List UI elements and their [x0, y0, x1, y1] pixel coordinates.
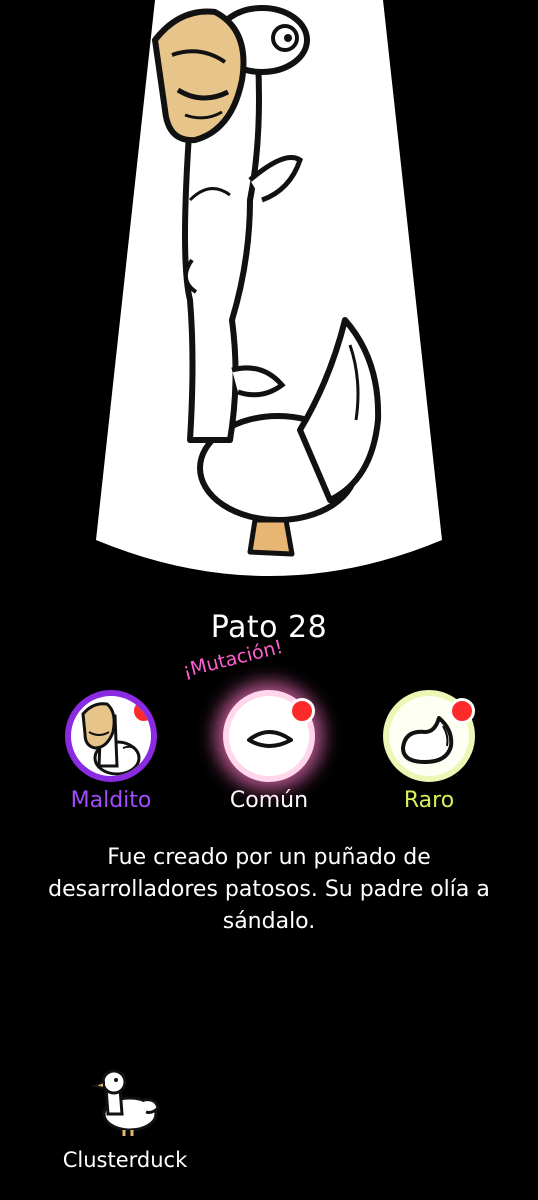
game-name: Clusterduck: [62, 1148, 188, 1172]
trait-cursed[interactable]: Maldito: [56, 690, 166, 813]
alert-dot: [289, 698, 315, 724]
trait-common-badge[interactable]: [223, 690, 315, 782]
trait-common-label: Común: [229, 788, 309, 813]
alert-dot: [131, 698, 151, 724]
trait-rare-badge[interactable]: [383, 690, 475, 782]
trait-cursed-badge[interactable]: [65, 690, 157, 782]
trait-rare[interactable]: Raro: [374, 690, 484, 813]
trait-cursed-label: Maldito: [70, 788, 152, 813]
clusterduck-logo-duck-icon[interactable]: [84, 1060, 164, 1140]
alert-dot: [449, 698, 475, 724]
duck-description: Fue creado por un puñado de desarrollado…: [48, 845, 490, 934]
trait-rare-label: Raro: [403, 788, 455, 813]
duck-illustration[interactable]: [0, 0, 538, 600]
trait-common[interactable]: Común: [214, 690, 324, 813]
duck-feet: [247, 517, 295, 557]
